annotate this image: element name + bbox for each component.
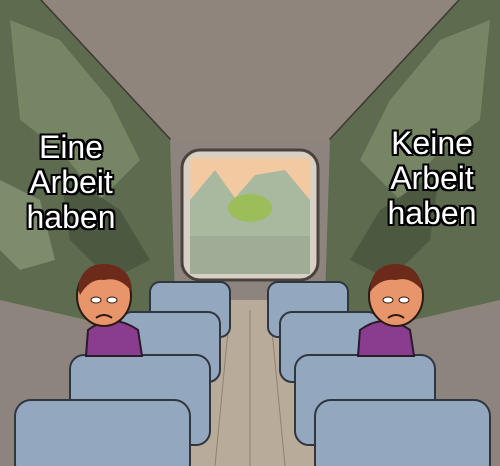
caption-left: Eine Arbeit haben [6, 130, 136, 235]
meme-image: Eine Arbeit haben Keine Arbeit haben [0, 0, 500, 466]
green-mountain [228, 194, 272, 222]
caption-left-line: Arbeit [29, 164, 113, 200]
caption-right-line: haben [387, 195, 477, 231]
caption-left-line: haben [26, 199, 116, 235]
caption-right-line: Arbeit [390, 160, 474, 196]
caption-right: Keine Arbeit haben [366, 126, 498, 231]
caption-right-line: Keine [391, 125, 473, 161]
caption-left-line: Eine [38, 129, 104, 165]
